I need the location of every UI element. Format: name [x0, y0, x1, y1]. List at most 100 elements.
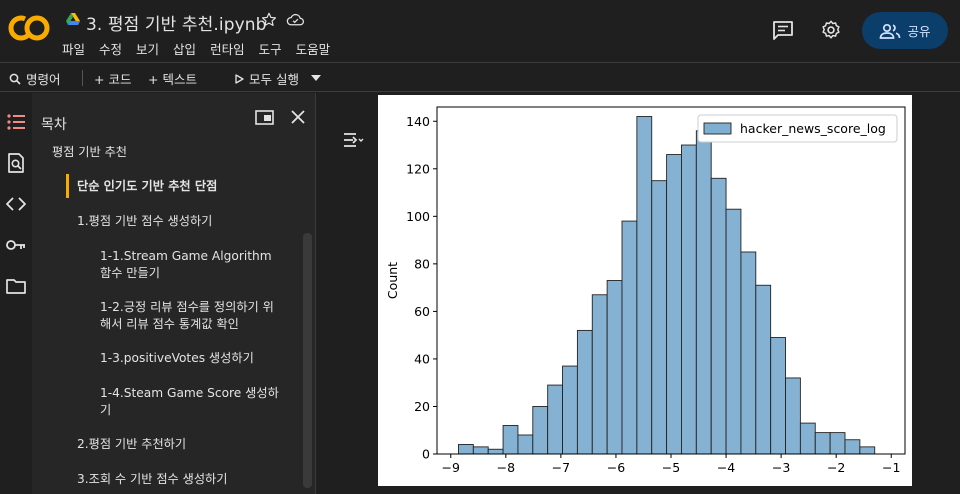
y-tick-label: 80: [414, 256, 430, 271]
chevron-down-icon[interactable]: [311, 75, 321, 81]
key-icon[interactable]: [5, 234, 27, 256]
code-snippets-icon[interactable]: [5, 193, 27, 215]
x-tick-label: −1: [882, 460, 900, 475]
toc-list-icon[interactable]: [5, 111, 27, 133]
colab-logo[interactable]: [8, 12, 50, 44]
close-icon[interactable]: [290, 109, 306, 125]
y-tick-label: 120: [406, 161, 430, 176]
main-scrollbar[interactable]: [945, 93, 956, 494]
header: 3. 평점 기반 추천.ipynb 파일 수정 보기 삽입 런타임 도구 도움말…: [0, 0, 960, 62]
histogram-bar: [547, 384, 563, 455]
share-label: 공유: [907, 24, 931, 39]
toc-panel: 목차 평점 기반 추천 단순 인기도 기반 추천 단점 1.평점 기반 점수 생…: [32, 93, 316, 494]
histogram-bar: [814, 432, 831, 455]
histogram-bar: [770, 337, 786, 455]
menu-insert[interactable]: 삽입: [173, 39, 196, 58]
toc-item[interactable]: 3.조회 수 기반 점수 생성하기: [77, 471, 227, 488]
run-all-label: 모두 실행: [249, 72, 299, 87]
histogram-bar: [532, 406, 549, 455]
histogram-bar: [681, 144, 697, 455]
histogram-bar: [636, 116, 653, 455]
histogram-bar: [651, 180, 668, 455]
open-in-tab-icon[interactable]: [255, 110, 274, 125]
comment-icon[interactable]: [772, 20, 794, 40]
histogram-bar: [829, 432, 846, 455]
toc-title: 목차: [41, 117, 67, 133]
notebook-title[interactable]: 3. 평점 기반 추천.ipynb: [86, 10, 267, 35]
histogram-bar: [740, 251, 757, 455]
side-rail: [0, 93, 32, 494]
add-text-label: + 텍스트: [148, 72, 197, 87]
histogram-bar: [591, 294, 608, 455]
histogram-bar: [844, 439, 861, 455]
y-axis-label: Count: [385, 262, 400, 299]
x-tick-label: −5: [662, 460, 680, 475]
toc-item[interactable]: 1-4.Steam Game Score 생성하기: [100, 385, 282, 419]
histogram-bar: [725, 208, 742, 455]
toc-item[interactable]: 1-2.긍정 리뷰 점수를 정의하기 위해서 리뷰 점수 통계값 확인: [100, 299, 282, 333]
x-tick-label: −4: [717, 460, 735, 475]
histogram-bar: [710, 177, 727, 455]
search-icon: [9, 73, 21, 85]
histogram-bar: [785, 377, 801, 455]
star-icon[interactable]: [260, 11, 278, 29]
menu-runtime[interactable]: 런타임: [210, 39, 245, 58]
find-replace-icon[interactable]: [5, 152, 27, 174]
menu-bar: 파일 수정 보기 삽입 런타임 도구 도움말: [62, 39, 344, 58]
toolbar: 명령어 + 코드 + 텍스트 모두 실행: [0, 62, 960, 92]
histogram-bar: [576, 329, 593, 455]
toc-item[interactable]: 평점 기반 추천: [52, 144, 127, 161]
play-icon: [235, 73, 244, 84]
x-tick-label: −7: [552, 460, 570, 475]
add-text-button[interactable]: + 텍스트: [148, 69, 197, 88]
menu-tools[interactable]: 도구: [259, 39, 282, 58]
x-tick-label: −2: [827, 460, 845, 475]
histogram-bar: [695, 130, 712, 455]
menu-view[interactable]: 보기: [136, 39, 159, 58]
toc-item[interactable]: 1.평점 기반 점수 생성하기: [77, 213, 212, 230]
histogram-chart: −9 −8 −7 −6 −5 −4 −3 −2 −1 0 20 40 60 80 100 120 140 Coun…: [385, 106, 906, 475]
y-tick-label: 140: [406, 114, 430, 129]
command-label: 명령어: [26, 72, 61, 87]
toc-item[interactable]: 1-3.positiveVotes 생성하기: [100, 350, 254, 367]
add-code-label: + 코드: [94, 72, 132, 87]
notebook-main: −9 −8 −7 −6 −5 −4 −3 −2 −1 0 20 40 60 80 100 120 140 Coun…: [316, 93, 960, 494]
toolbar-divider: [82, 70, 83, 86]
histogram-bar: [562, 365, 578, 455]
y-tick-label: 100: [406, 209, 430, 224]
drive-icon[interactable]: [66, 13, 80, 26]
cloud-saved-icon[interactable]: [286, 12, 305, 28]
output-actions-icon[interactable]: [342, 131, 364, 149]
menu-help[interactable]: 도움말: [296, 39, 331, 58]
histogram-bar: [606, 280, 623, 455]
y-tick-label: 40: [414, 351, 430, 366]
histogram-bar: [666, 154, 682, 455]
histogram-bar: [472, 446, 489, 455]
add-code-button[interactable]: + 코드: [94, 69, 131, 88]
y-tick-label: 0: [422, 447, 430, 462]
toc-active-indicator: [66, 174, 69, 198]
x-tick-label: −9: [442, 460, 460, 475]
share-button[interactable]: 공유: [862, 12, 948, 49]
people-icon: [880, 23, 901, 39]
x-tick-label: −8: [497, 460, 515, 475]
run-all-button[interactable]: 모두 실행: [234, 69, 299, 88]
toc-item[interactable]: 2.평점 기반 추천하기: [77, 436, 186, 453]
toc-scrollbar[interactable]: [303, 233, 312, 488]
histogram-bar: [621, 220, 638, 455]
gear-icon[interactable]: [820, 19, 842, 41]
folder-icon[interactable]: [5, 275, 27, 297]
menu-file[interactable]: 파일: [62, 39, 85, 58]
toc-item-active[interactable]: 단순 인기도 기반 추천 단점: [77, 178, 217, 195]
menu-edit[interactable]: 수정: [99, 39, 122, 58]
histogram-bar: [859, 446, 876, 455]
histogram-bar: [487, 448, 504, 455]
toc-item[interactable]: 1-1.Stream Game Algorithm 함수 만들기: [100, 248, 282, 282]
command-palette-button[interactable]: 명령어: [9, 69, 61, 88]
legend-label: hacker_news_score_log: [740, 121, 886, 136]
histogram-bar: [458, 444, 474, 455]
y-tick-label: 60: [414, 304, 430, 319]
x-tick-label: −6: [607, 460, 625, 475]
histogram-bar: [755, 284, 772, 455]
histogram-bar: [517, 434, 534, 455]
